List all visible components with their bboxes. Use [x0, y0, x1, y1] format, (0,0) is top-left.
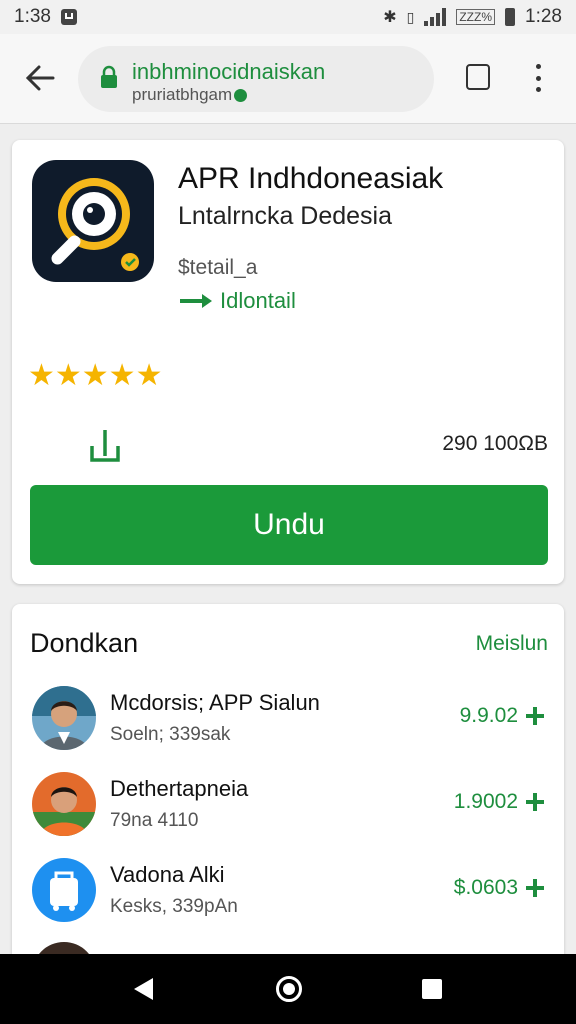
app-developer: Lntalrncka Dedesia [178, 202, 393, 230]
avatar [32, 686, 96, 750]
back-button[interactable] [18, 56, 62, 100]
nav-home-icon[interactable] [276, 976, 302, 1002]
item-price: 1.9002 [454, 790, 544, 814]
item-name: Vadona Alki [110, 862, 225, 887]
list-item[interactable]: Dethertapneia 79na 4110 1.9002 [12, 772, 564, 852]
vibrate-icon: ▯ [406, 8, 415, 25]
dot-icon [535, 64, 541, 69]
battery-icon [505, 8, 516, 26]
url-bar[interactable]: inbhminocidnaiskan pruriatbhgam [78, 46, 434, 112]
item-price: $.0603 [454, 876, 544, 900]
item-price-value: 1.9002 [453, 790, 518, 813]
recommendations-card: Dondkan Meislun Mcdorsis; APP Sialun Soe… [12, 604, 564, 1006]
item-meta: Kesks, 339pAn [110, 896, 238, 917]
item-meta: 79na 4110 [110, 810, 199, 831]
avatar [32, 858, 96, 922]
navigation-bar [0, 954, 576, 1024]
item-price: 9.9.02 [460, 704, 544, 728]
app-size: 290 100ΩB [442, 432, 548, 455]
more-menu-button[interactable] [534, 64, 542, 92]
magnifier-logo-icon [51, 178, 139, 271]
app-icon[interactable] [32, 160, 154, 282]
list-item[interactable]: Vadona Alki Kesks, 339pAn $.0603 [12, 858, 564, 938]
add-icon[interactable] [526, 879, 544, 897]
browser-toolbar: inbhminocidnaiskan pruriatbhgam [0, 34, 576, 124]
add-icon[interactable] [526, 707, 544, 725]
item-name: Mcdorsis; APP Sialun [110, 690, 320, 715]
status-time-right: 1:28 [525, 6, 562, 27]
dot-icon [535, 87, 541, 92]
signal-icon [424, 8, 447, 26]
section-title: Dondkan [30, 628, 139, 658]
url-subtitle: pruriatbhgam [132, 85, 248, 105]
app-detail: $tetail_a [178, 256, 258, 279]
arrow-left-icon [25, 65, 55, 91]
lock-icon [101, 65, 117, 88]
install-button[interactable]: Undu [30, 485, 548, 565]
bluetooth-icon: ✱ [383, 9, 397, 26]
nav-back-icon[interactable] [134, 978, 153, 1000]
tabs-button[interactable] [466, 64, 490, 90]
app-tag-label: Idlontail [220, 288, 296, 313]
add-icon[interactable] [526, 793, 544, 811]
app-title: APR Indhdoneasiak [178, 162, 444, 195]
notification-icon [60, 9, 77, 25]
nav-recents-icon[interactable] [422, 979, 442, 999]
app-tag: Idlontail [178, 288, 296, 314]
item-price-value: 9.9.02 [459, 704, 518, 727]
status-bar: 1:38 ✱ ▯ ZZZ% 1:28 [0, 0, 576, 34]
dot-icon [535, 75, 541, 81]
avatar [32, 772, 96, 836]
item-meta: Soeln; 339sak [110, 724, 231, 745]
arrow-tag-icon [180, 294, 212, 308]
item-price-value: $.0603 [453, 876, 518, 899]
app-card: APR Indhdoneasiak Lntalrncka Dedesia $te… [12, 140, 564, 584]
url-domain: inbhminocidnaiskan [132, 59, 326, 84]
battery-percent: ZZZ% [456, 9, 496, 25]
see-more-link[interactable]: Meislun [476, 632, 548, 656]
list-item[interactable]: Mcdorsis; APP Sialun Soeln; 339sak 9.9.0… [12, 686, 564, 766]
item-name: Dethertapneia [110, 776, 249, 801]
rating-stars: ★★★★★ [28, 359, 163, 392]
download-icon [90, 430, 120, 462]
status-time: 1:38 [14, 6, 51, 27]
verified-dot-icon [234, 89, 248, 103]
url-path: pruriatbhgam [132, 85, 233, 104]
